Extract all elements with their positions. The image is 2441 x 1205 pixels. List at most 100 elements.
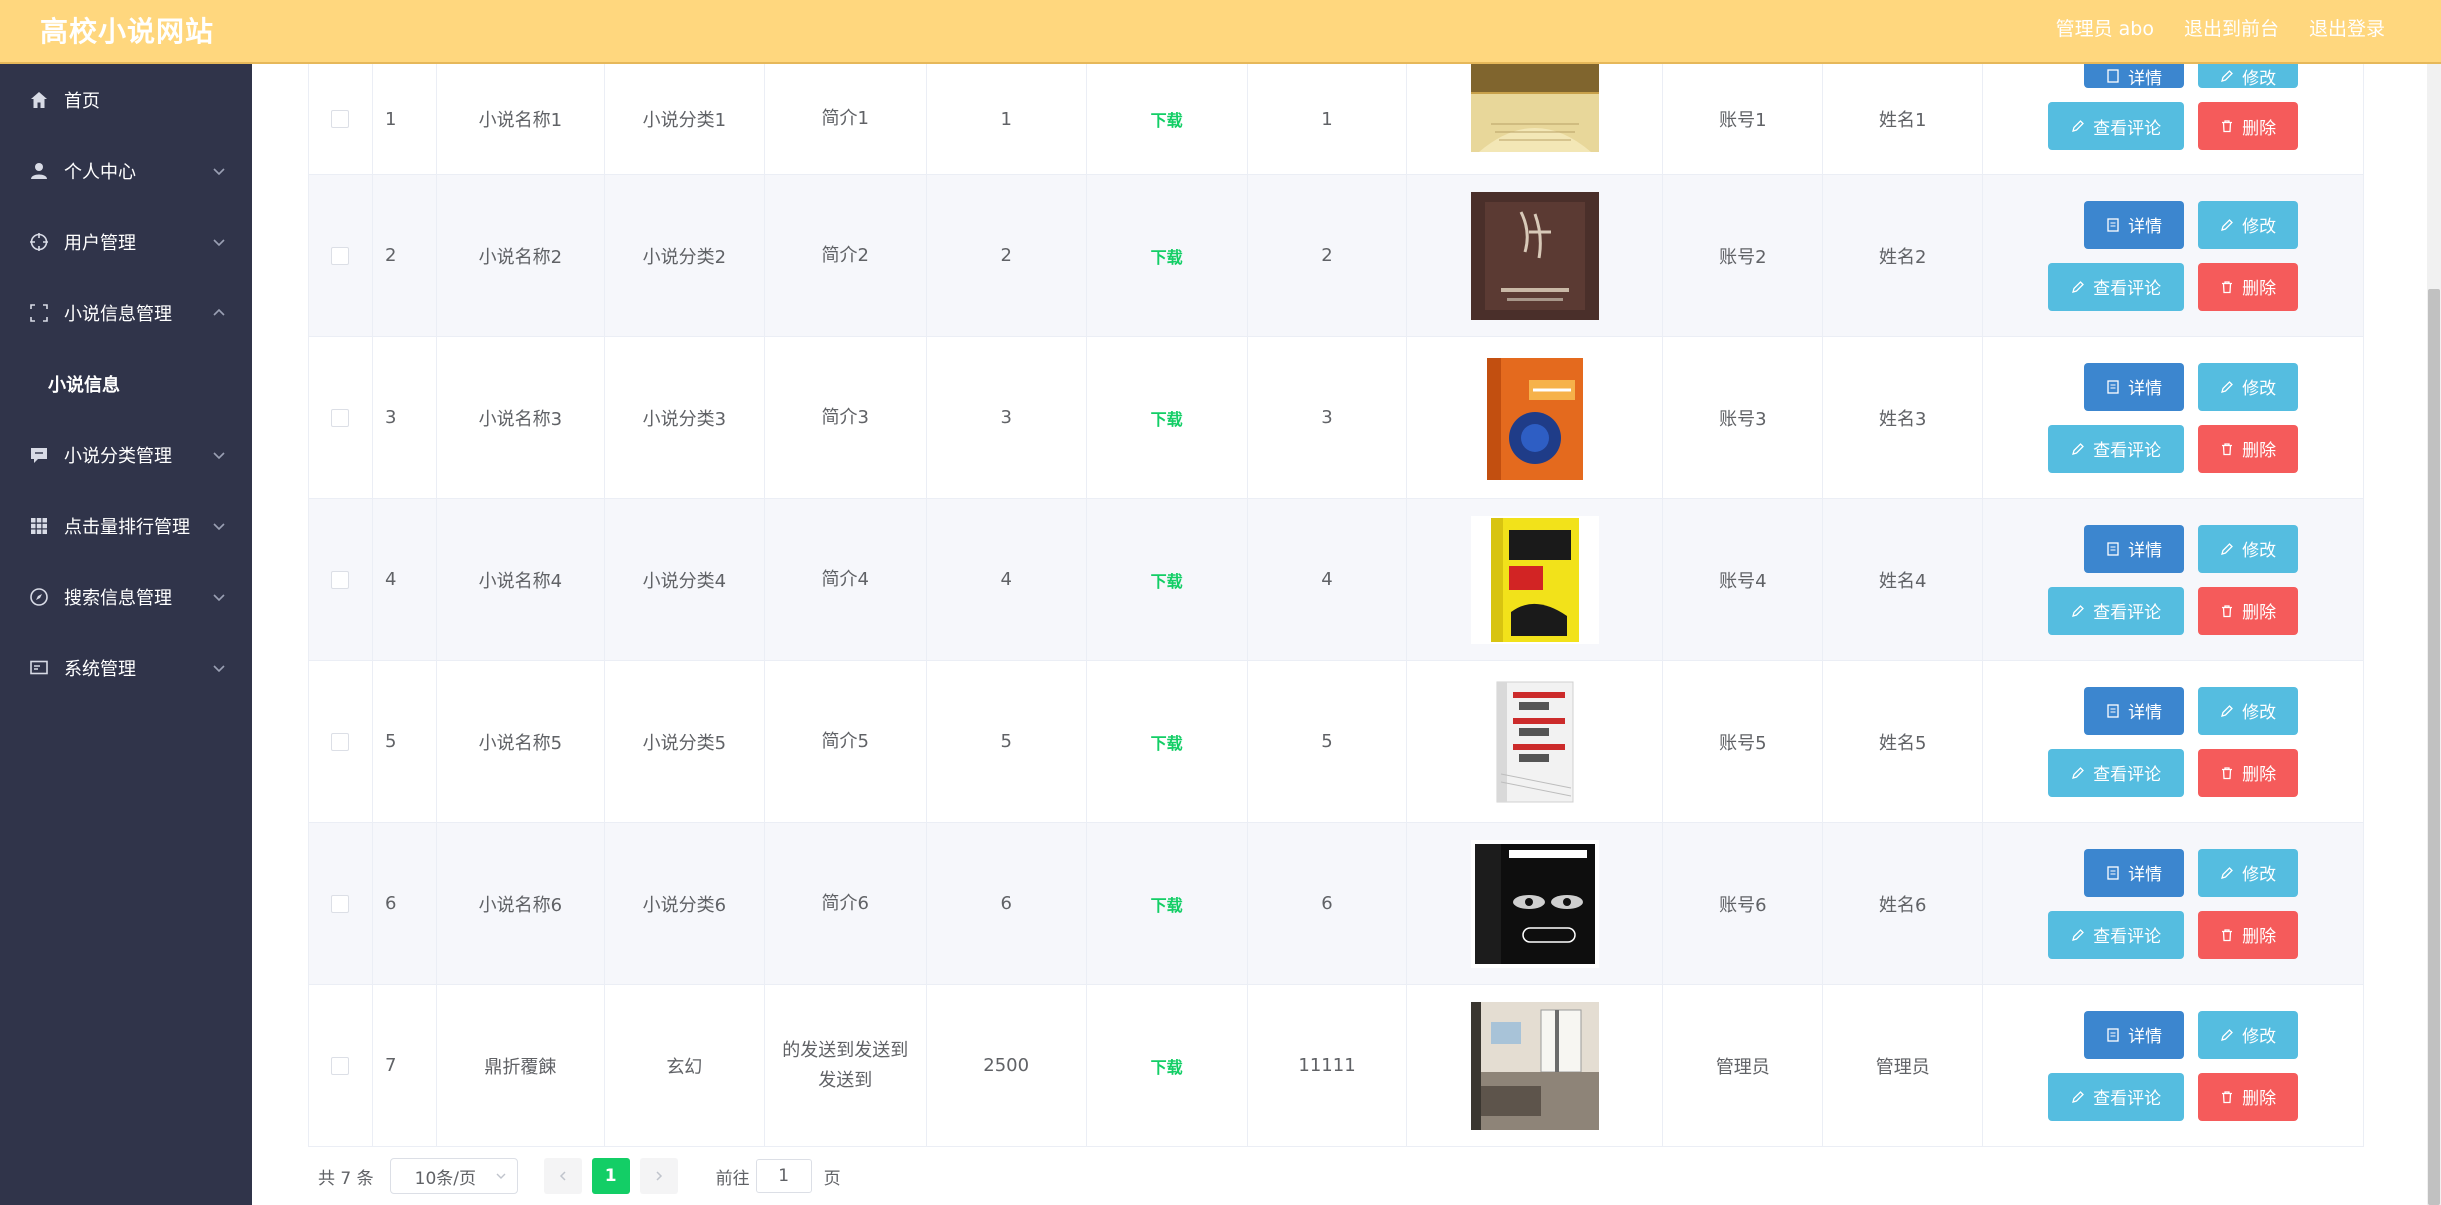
edit-button[interactable]: 修改 xyxy=(2198,1010,2299,1059)
edit-icon xyxy=(2221,70,2234,82)
chevron-down-icon xyxy=(213,238,225,246)
edit-button[interactable]: 修改 xyxy=(2198,362,2299,411)
view-comments-button[interactable]: 查看评论 xyxy=(2048,748,2185,797)
document-icon xyxy=(2107,69,2119,83)
next-page-button[interactable] xyxy=(639,1158,678,1194)
table-row: 6 小说名称6 小说分类6 简介6 6 下载 6 账号6 姓名6 详情 修改 查… xyxy=(309,823,2363,985)
sidebar-item-novel-category-management[interactable]: 小说分类管理 xyxy=(0,419,252,490)
row-checkbox[interactable] xyxy=(331,246,350,265)
sidebar-item-personal-center[interactable]: 个人中心 xyxy=(0,135,252,206)
sidebar-item-system-management[interactable]: 系统管理 xyxy=(0,632,252,703)
edit-button[interactable]: 修改 xyxy=(2198,686,2299,735)
delete-button[interactable]: 删除 xyxy=(2198,262,2299,311)
novel-intro: 简介1 xyxy=(765,64,927,174)
logout-link[interactable]: 退出登录 xyxy=(2309,14,2385,41)
view-comments-button[interactable]: 查看评论 xyxy=(2048,1072,2185,1121)
view-comments-button[interactable]: 查看评论 xyxy=(2048,424,2185,473)
edit-icon xyxy=(2072,1090,2085,1103)
download-link[interactable]: 下载 xyxy=(1151,892,1183,916)
download-link[interactable]: 下载 xyxy=(1151,568,1183,592)
view-comments-button[interactable]: 查看评论 xyxy=(2048,910,2185,959)
delete-button-label: 删除 xyxy=(2242,765,2277,785)
view-comments-button[interactable]: 查看评论 xyxy=(2048,586,2185,635)
novel-name: 小说名称5 xyxy=(437,661,605,822)
sidebar-item-label: 首页 xyxy=(64,90,100,112)
delete-button[interactable]: 删除 xyxy=(2198,1072,2299,1121)
novel-table: 1 小说名称1 小说分类1 简介1 1 下载 1 账号1 姓名1 详情 修改 查… xyxy=(308,64,2364,1147)
admin-user-label[interactable]: 管理员 abo xyxy=(2056,14,2154,41)
edit-button-label: 修改 xyxy=(2242,1027,2277,1047)
user-name: 姓名6 xyxy=(1823,823,1984,984)
download-link[interactable]: 下载 xyxy=(1151,406,1183,430)
edit-icon xyxy=(2221,866,2234,879)
delete-button[interactable]: 删除 xyxy=(2198,910,2299,959)
detail-button[interactable]: 详情 xyxy=(2084,524,2185,573)
novel-intro: 简介2 xyxy=(765,175,927,336)
detail-button[interactable]: 详情 xyxy=(2084,362,2185,411)
sidebar-subitem-novel-info[interactable]: 小说信息 xyxy=(0,348,252,419)
chevron-down-icon xyxy=(213,664,225,672)
view-comments-button[interactable]: 查看评论 xyxy=(2048,262,2185,311)
table-row: 1 小说名称1 小说分类1 简介1 1 下载 1 账号1 姓名1 详情 修改 查… xyxy=(309,64,2363,175)
sidebar-item-novel-info-management[interactable]: 小说信息管理 xyxy=(0,277,252,348)
row-checkbox[interactable] xyxy=(331,570,350,589)
sidebar-item-click-ranking-management[interactable]: 点击量排行管理 xyxy=(0,490,252,561)
novel-intro: 简介3 xyxy=(765,337,927,498)
account: 账号3 xyxy=(1663,337,1824,498)
document-icon xyxy=(2107,1027,2119,1042)
trash-icon xyxy=(2222,120,2233,133)
chevron-right-icon xyxy=(656,1171,662,1181)
delete-button[interactable]: 删除 xyxy=(2198,102,2299,150)
prev-page-button[interactable] xyxy=(543,1158,582,1194)
row-checkbox[interactable] xyxy=(331,408,350,427)
user-name: 姓名4 xyxy=(1823,499,1984,660)
sidebar-item-search-info-management[interactable]: 搜索信息管理 xyxy=(0,561,252,632)
document-icon xyxy=(2107,865,2119,880)
detail-button[interactable]: 详情 xyxy=(2084,848,2185,897)
detail-button[interactable]: 详情 xyxy=(2084,64,2185,89)
download-link[interactable]: 下载 xyxy=(1151,244,1183,268)
page-size-select[interactable]: 10条/页 xyxy=(389,1158,518,1194)
sidebar-item-home[interactable]: 首页 xyxy=(0,64,252,135)
delete-button-label: 删除 xyxy=(2242,279,2277,299)
page-number-current[interactable]: 1 xyxy=(591,1158,630,1194)
row-checkbox[interactable] xyxy=(331,894,350,913)
scrollbar-thumb[interactable] xyxy=(2428,289,2440,1205)
novel-name: 小说名称2 xyxy=(437,175,605,336)
row-checkbox[interactable] xyxy=(331,110,350,128)
delete-button[interactable]: 删除 xyxy=(2198,586,2299,635)
download-link[interactable]: 下载 xyxy=(1151,1054,1183,1078)
vertical-scrollbar[interactable] xyxy=(2427,64,2441,1205)
view-comments-button[interactable]: 查看评论 xyxy=(2048,102,2185,150)
cover-image-yellow-sales-book xyxy=(1470,515,1599,644)
delete-button[interactable]: 删除 xyxy=(2198,748,2299,797)
edit-button[interactable]: 修改 xyxy=(2198,200,2299,249)
detail-button[interactable]: 详情 xyxy=(2084,1010,2185,1059)
novel-intro: 简介6 xyxy=(765,823,927,984)
goto-page-input[interactable] xyxy=(755,1159,812,1193)
edit-button[interactable]: 修改 xyxy=(2198,848,2299,897)
edit-button[interactable]: 修改 xyxy=(2198,64,2299,89)
search-count: 2 xyxy=(1248,175,1408,336)
novel-category: 小说分类6 xyxy=(605,823,765,984)
click-count: 6 xyxy=(927,823,1087,984)
user-icon xyxy=(28,160,50,182)
edit-button-label: 修改 xyxy=(2242,217,2277,237)
row-checkbox[interactable] xyxy=(331,1056,350,1075)
account: 账号2 xyxy=(1663,175,1824,336)
search-count: 1 xyxy=(1248,64,1408,174)
delete-button[interactable]: 删除 xyxy=(2198,424,2299,473)
sidebar-item-user-management[interactable]: 用户管理 xyxy=(0,206,252,277)
row-checkbox[interactable] xyxy=(331,732,350,751)
exit-to-frontend-link[interactable]: 退出到前台 xyxy=(2184,14,2279,41)
download-link[interactable]: 下载 xyxy=(1151,730,1183,754)
chevron-down-icon xyxy=(496,1173,506,1179)
row-index: 4 xyxy=(373,499,437,660)
row-index: 2 xyxy=(373,175,437,336)
download-link[interactable]: 下载 xyxy=(1151,107,1183,131)
detail-button[interactable]: 详情 xyxy=(2084,686,2185,735)
detail-button[interactable]: 详情 xyxy=(2084,200,2185,249)
edit-button[interactable]: 修改 xyxy=(2198,524,2299,573)
trash-icon xyxy=(2222,928,2233,941)
view-comments-label: 查看评论 xyxy=(2093,279,2162,299)
